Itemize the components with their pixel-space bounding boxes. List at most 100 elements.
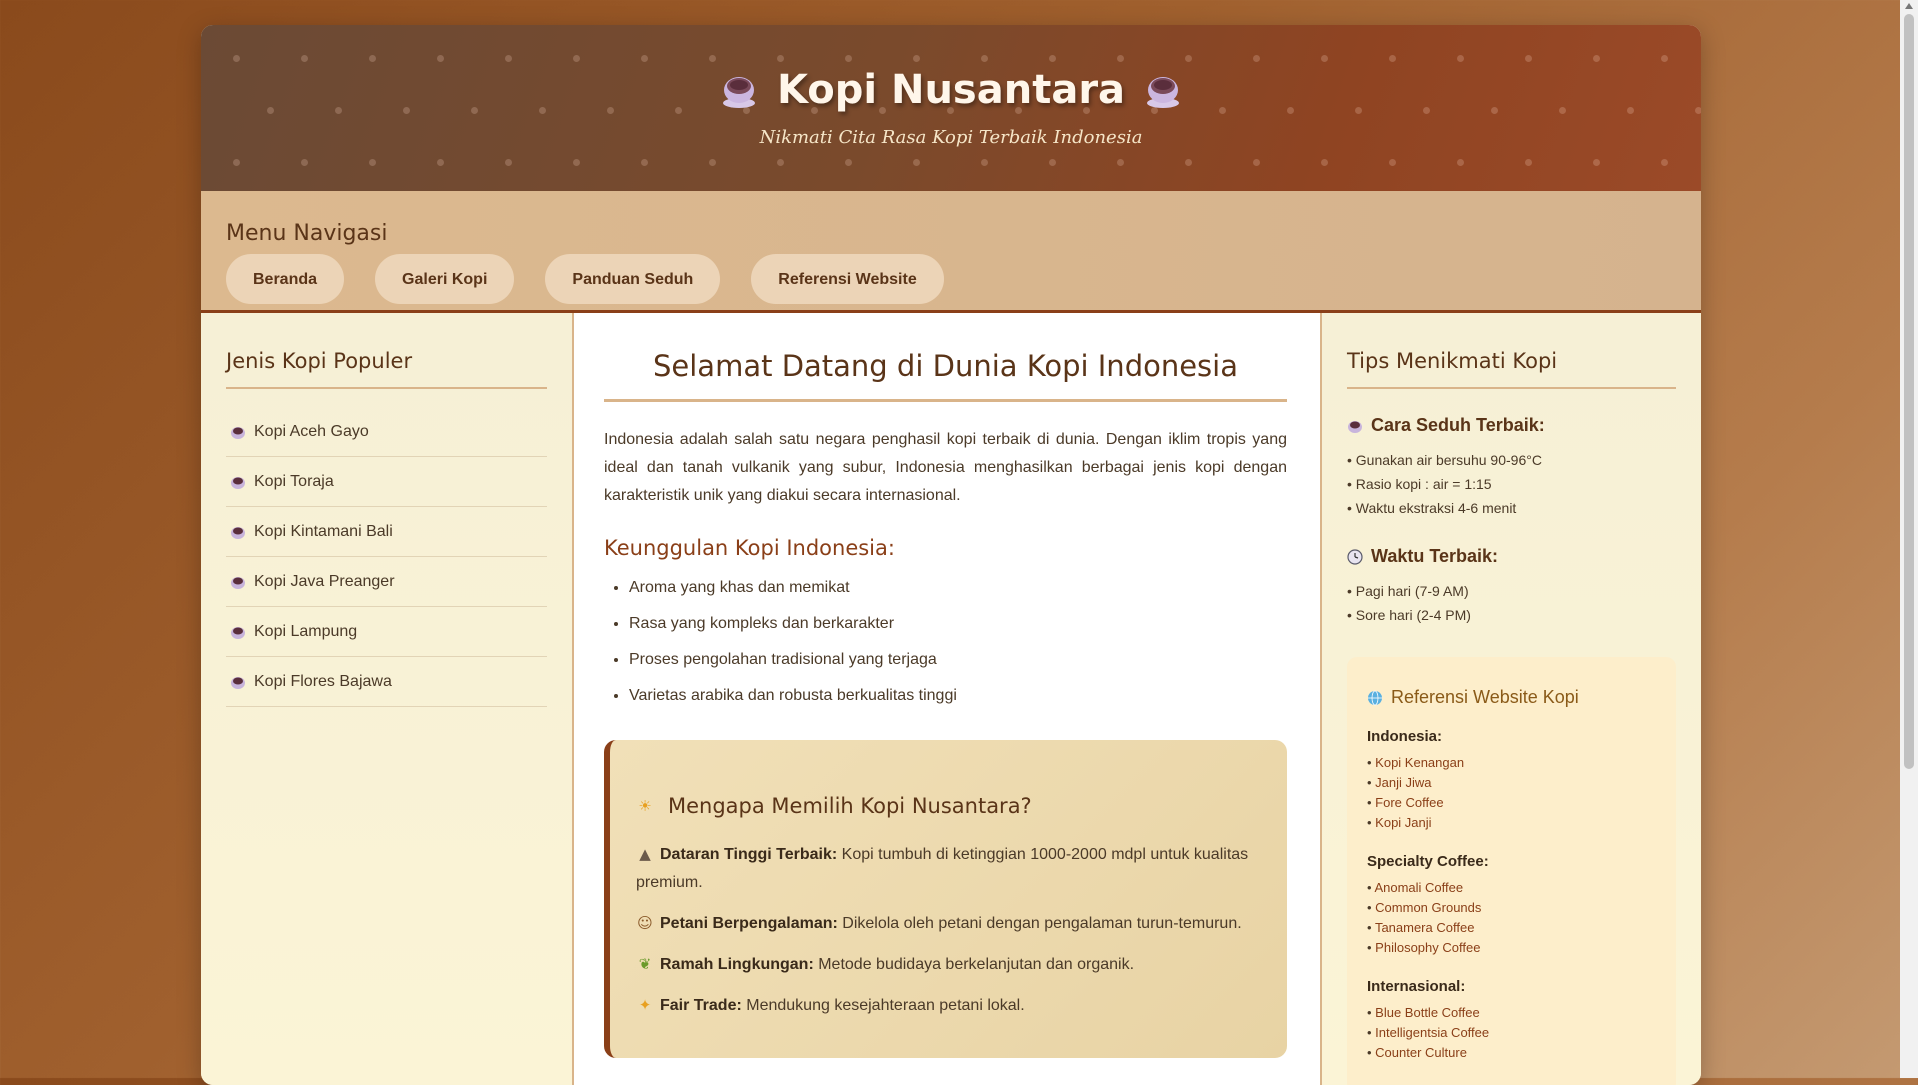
list-item: Proses pengolahan tradisional yang terja…: [629, 642, 1287, 678]
ref-item: • Intelligentsia Coffee: [1367, 1025, 1490, 1040]
page-scrollbar[interactable]: [1900, 0, 1918, 1078]
ref-link[interactable]: Janji Jiwa: [1375, 775, 1431, 790]
header-dot: [505, 159, 512, 166]
sun-icon: ☀: [638, 797, 652, 815]
list-item: Rasa yang kompleks dan berkarakter: [629, 606, 1287, 642]
scroll-up-arrow-icon[interactable]: [1905, 3, 1913, 9]
ref-link[interactable]: Anomali Coffee: [1374, 880, 1463, 895]
clock-icon: [1347, 548, 1363, 565]
ref-item: • Fore Coffee: [1367, 795, 1444, 810]
brew-tip: • Waktu ekstraksi 4-6 menit: [1347, 500, 1517, 516]
list-item[interactable]: Kopi Flores Bajawa: [226, 657, 547, 707]
ref-link[interactable]: Common Grounds: [1375, 900, 1481, 915]
ref-group-indonesia: Indonesia: • Kopi Kenangan • Janji Jiwa …: [1367, 728, 1656, 833]
nav-button-beranda[interactable]: Beranda: [226, 254, 345, 304]
why-heading-row: ☀ Mengapa Memilih Kopi Nusantara?: [636, 794, 1257, 818]
nav-button-galeri-kopi[interactable]: Galeri Kopi: [375, 254, 515, 304]
header-dot: [1593, 159, 1600, 166]
header-dot: [301, 159, 308, 166]
site-subtitle: Nikmati Cita Rasa Kopi Terbaik Indonesia: [759, 127, 1143, 148]
nav-heading: Menu Navigasi: [226, 221, 388, 246]
why-point: ☺ Petani Berpengalaman: Dikelola oleh pet…: [636, 909, 1257, 938]
header-dot: [369, 159, 376, 166]
nav-button-referensi-website[interactable]: Referensi Website: [751, 254, 944, 304]
header-dot: [1117, 159, 1124, 166]
tips-heading: Tips Menikmati Kopi: [1347, 349, 1676, 389]
coffee-types-list: Kopi Aceh Gayo Kopi Toraja Kopi Kintaman…: [226, 407, 547, 707]
why-point: ✦ Fair Trade: Mendukung kesejahteraan pet…: [636, 991, 1257, 1020]
list-item[interactable]: Kopi Lampung: [226, 607, 547, 657]
main-content: Selamat Datang di Dunia Kopi Indonesia I…: [574, 313, 1322, 1085]
page-title: Selamat Datang di Dunia Kopi Indonesia: [604, 349, 1287, 402]
ref-link[interactable]: Counter Culture: [1375, 1045, 1467, 1060]
ref-item: • Anomali Coffee: [1367, 880, 1464, 895]
why-choose-box: ☀ Mengapa Memilih Kopi Nusantara? ▲ Datara…: [604, 740, 1287, 1058]
ref-item: • Counter Culture: [1367, 1045, 1467, 1060]
site-title: Kopi Nusantara: [776, 67, 1126, 113]
list-item-label: Kopi Lampung: [254, 622, 358, 640]
ref-link[interactable]: Kopi Kenangan: [1375, 755, 1464, 770]
list-item: Varietas arabika dan robusta berkualitas…: [629, 678, 1287, 714]
coffee-types-heading: Jenis Kopi Populer: [226, 349, 547, 389]
right-sidebar: Tips Menikmati Kopi Cara Seduh Terbaik: …: [1322, 313, 1701, 1085]
ref-link[interactable]: Tanamera Coffee: [1375, 920, 1475, 935]
scrollbar-thumb[interactable]: [1904, 14, 1914, 769]
header-dot: [777, 159, 784, 166]
list-item[interactable]: Kopi Aceh Gayo: [226, 407, 547, 457]
nav-button-panduan-seduh[interactable]: Panduan Seduh: [545, 254, 721, 304]
why-heading: Mengapa Memilih Kopi Nusantara?: [668, 794, 1032, 818]
coffee-cup-icon: [231, 676, 245, 689]
coffee-cup-icon: [231, 476, 245, 489]
header-dot: [641, 159, 648, 166]
ref-link[interactable]: Kopi Janji: [1375, 815, 1431, 830]
list-item-label: Kopi Flores Bajawa: [254, 672, 392, 690]
ref-item: • Kopi Kenangan: [1367, 755, 1465, 770]
time-tip: • Pagi hari (7-9 AM): [1347, 583, 1469, 599]
why-point-text: Mendukung kesejahteraan petani lokal.: [741, 997, 1025, 1014]
header-dot: [845, 159, 852, 166]
header-dot: [233, 159, 240, 166]
why-point-text: Metode budidaya berkelanjutan dan organi…: [813, 956, 1135, 973]
coffee-cup-icon: [231, 426, 245, 439]
brew-heading-row: Cara Seduh Terbaik:: [1347, 415, 1676, 436]
why-point-title: Petani Berpengalaman:: [660, 915, 838, 932]
list-item[interactable]: Kopi Java Preanger: [226, 557, 547, 607]
ref-link[interactable]: Philosophy Coffee: [1375, 940, 1480, 955]
globe-icon: [1368, 690, 1382, 705]
advantages-list: Aroma yang khas dan memikat Rasa yang ko…: [604, 570, 1287, 714]
references-heading: Referensi Website Kopi: [1391, 687, 1579, 707]
ref-group-specialty: Specialty Coffee: • Anomali Coffee • Com…: [1367, 853, 1656, 958]
ref-link[interactable]: Fore Coffee: [1375, 795, 1443, 810]
header-dot: [437, 159, 444, 166]
list-item[interactable]: Kopi Kintamani Bali: [226, 507, 547, 557]
why-point-text: Dikelola oleh petani dengan pengalaman t…: [837, 915, 1242, 932]
list-item: Aroma yang khas dan memikat: [629, 570, 1287, 606]
header-dot: [1185, 159, 1192, 166]
why-point-title: Dataran Tinggi Terbaik:: [660, 846, 838, 863]
ref-item: • Kopi Janji: [1367, 815, 1432, 830]
header-dot: [913, 159, 920, 166]
brew-heading: Cara Seduh Terbaik:: [1371, 415, 1545, 435]
navigation-menu: Menu Navigasi Beranda Galeri Kopi Pandua…: [201, 191, 1701, 313]
header-dot: [1049, 159, 1056, 166]
header-dot: [1525, 159, 1532, 166]
ref-link[interactable]: Intelligentsia Coffee: [1375, 1025, 1489, 1040]
header-dot: [1253, 159, 1260, 166]
ref-item: • Tanamera Coffee: [1367, 920, 1475, 935]
time-tip: • Sore hari (2-4 PM): [1347, 607, 1471, 623]
header-dot: [1389, 159, 1396, 166]
ref-item: • Blue Bottle Coffee: [1367, 1005, 1480, 1020]
list-item[interactable]: Kopi Toraja: [226, 457, 547, 507]
header-dot: [981, 159, 988, 166]
why-point: ▲ Dataran Tinggi Terbaik: Kopi tumbuh di …: [636, 840, 1257, 897]
references-box: Referensi Website Kopi Indonesia: • Kopi…: [1347, 657, 1676, 1085]
coffee-cup-icon: [231, 526, 245, 539]
ref-link[interactable]: Blue Bottle Coffee: [1375, 1005, 1480, 1020]
ref-category: Internasional:: [1367, 978, 1466, 995]
why-point-title: Fair Trade:: [660, 997, 742, 1014]
ref-item: • Janji Jiwa: [1367, 775, 1432, 790]
coffee-cup-icon: [722, 77, 755, 108]
coffee-cup-icon: [231, 576, 245, 589]
page-container: Kopi Nusantara Nikmati Cita Rasa Kopi Te…: [201, 25, 1701, 1085]
time-heading: Waktu Terbaik:: [1371, 546, 1499, 566]
